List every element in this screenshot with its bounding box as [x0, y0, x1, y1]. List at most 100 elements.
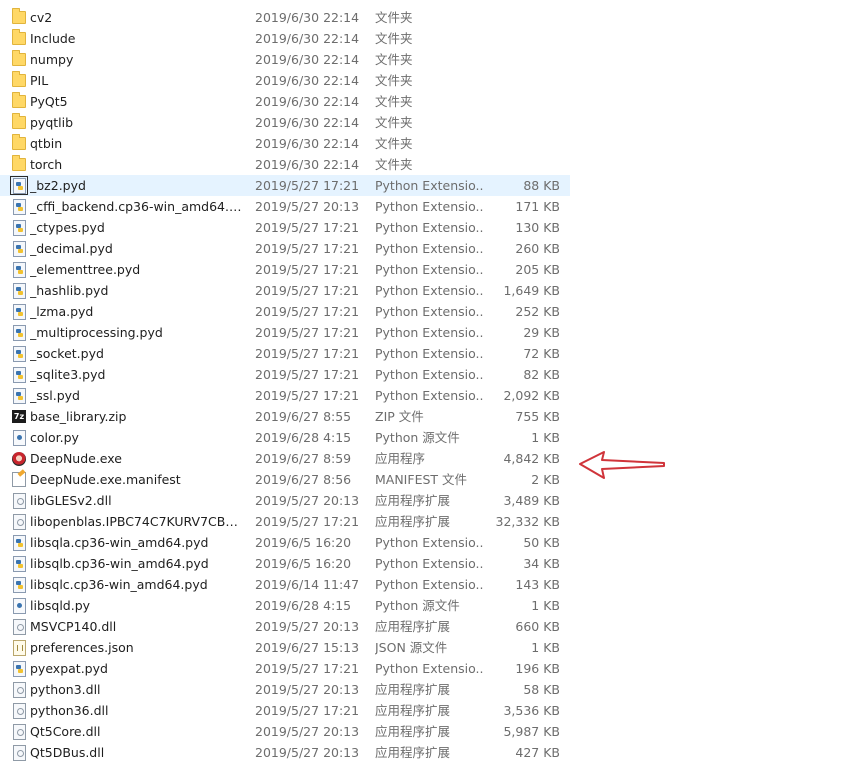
file-row[interactable]: Qt5DBus.dll 2019/5/27 20:13 应用程序扩展 427 KB [0, 742, 570, 763]
file-type: Python 源文件 [375, 430, 460, 445]
folder-icon [12, 8, 26, 25]
file-row[interactable]: _multiprocessing.pyd 2019/5/27 17:21 Pytho… [0, 322, 570, 343]
folder-icon [12, 50, 26, 67]
python-extension-icon [12, 345, 26, 362]
file-row[interactable]: pyexpat.pyd 2019/5/27 17:21 Python Extensi… [0, 658, 570, 679]
file-name: _multiprocessing.pyd [30, 325, 163, 340]
file-type: Python Extensio... [375, 283, 483, 298]
file-row[interactable]: color.py 2019/6/28 4:15 Python 源文件 1 KB [0, 427, 570, 448]
python-source-icon-glyph [12, 597, 26, 614]
file-row[interactable]: PIL 2019/6/30 22:14 文件夹 [0, 70, 570, 91]
file-row[interactable]: numpy 2019/6/30 22:14 文件夹 [0, 49, 570, 70]
file-size: 252 KB [515, 304, 560, 319]
file-row[interactable]: _bz2.pyd 2019/5/27 17:21 Python Extensio..… [0, 175, 570, 196]
file-row[interactable]: _ctypes.pyd 2019/5/27 17:21 Python Extensi… [0, 217, 570, 238]
file-size: 88 KB [523, 178, 560, 193]
file-row[interactable]: PyQt5 2019/6/30 22:14 文件夹 [0, 91, 570, 112]
file-name: cv2 [30, 10, 53, 25]
file-size: 82 KB [523, 367, 560, 382]
file-size: 50 KB [523, 535, 560, 550]
file-date-modified: 2019/6/27 8:55 [255, 409, 352, 424]
file-row[interactable]: libsqld.py 2019/6/28 4:15 Python 源文件 1 KB [0, 595, 570, 616]
file-type: 应用程序扩展 [375, 682, 451, 697]
dll-icon-glyph [12, 681, 26, 698]
file-name: qtbin [30, 136, 63, 151]
file-date-modified: 2019/6/30 22:14 [255, 136, 360, 151]
file-row[interactable]: python3.dll 2019/5/27 20:13 应用程序扩展 58 KB [0, 679, 570, 700]
file-name: PIL [30, 73, 49, 88]
file-name: _elementtree.pyd [30, 262, 141, 277]
file-name: _lzma.pyd [30, 304, 94, 319]
file-type: Python Extensio... [375, 346, 483, 361]
file-name: _decimal.pyd [30, 241, 113, 256]
file-type: Python Extensio... [375, 367, 483, 382]
file-row[interactable]: DeepNude.exe.manifest 2019/6/27 8:56 MANIF… [0, 469, 570, 490]
file-name: _hashlib.pyd [30, 283, 109, 298]
file-row[interactable]: _cffi_backend.cp36-win_amd64.pyd 2019/5/2… [0, 196, 570, 217]
file-row[interactable]: torch 2019/6/30 22:14 文件夹 [0, 154, 570, 175]
file-type: Python Extensio... [375, 325, 483, 340]
file-row[interactable]: _elementtree.pyd 2019/5/27 17:21 Python Ex… [0, 259, 570, 280]
file-type: 应用程序扩展 [375, 619, 451, 634]
python-extension-icon-glyph [12, 324, 26, 341]
file-date-modified: 2019/5/27 17:21 [255, 514, 360, 529]
python-extension-icon-glyph [12, 177, 26, 194]
file-type: Python Extensio... [375, 199, 483, 214]
file-row[interactable]: python36.dll 2019/5/27 17:21 应用程序扩展 3,536 K… [0, 700, 570, 721]
file-row[interactable]: Include 2019/6/30 22:14 文件夹 [0, 28, 570, 49]
folder-icon [12, 29, 26, 46]
file-row[interactable]: _socket.pyd 2019/5/27 17:21 Python Extensi… [0, 343, 570, 364]
file-size: 1 KB [531, 640, 560, 655]
folder-icon [12, 71, 26, 88]
file-name: python36.dll [30, 703, 109, 718]
python-extension-icon [12, 534, 26, 551]
file-type: Python Extensio... [375, 220, 483, 235]
file-name: _socket.pyd [30, 346, 104, 361]
python-extension-icon [12, 387, 26, 404]
python-extension-icon-glyph [12, 198, 26, 215]
file-name: pyqtlib [30, 115, 74, 130]
file-row[interactable]: MSVCP140.dll 2019/5/27 20:13 应用程序扩展 660 KB [0, 616, 570, 637]
file-row[interactable]: cv2 2019/6/30 22:14 文件夹 [0, 7, 570, 28]
dll-icon-glyph [12, 702, 26, 719]
file-type: 应用程序扩展 [375, 703, 451, 718]
file-type: Python Extensio... [375, 661, 483, 676]
manifest-icon-glyph [12, 472, 26, 487]
python-extension-icon [12, 324, 26, 341]
file-size: 143 KB [515, 577, 560, 592]
file-date-modified: 2019/5/27 20:13 [255, 745, 360, 760]
file-row[interactable]: libopenblas.IPBC74C7KURV7CB2P... 2019/5/2… [0, 511, 570, 532]
file-row[interactable]: libsqlb.cp36-win_amd64.pyd 2019/6/5 16:20… [0, 553, 570, 574]
file-date-modified: 2019/5/27 17:21 [255, 661, 360, 676]
file-size: 260 KB [515, 241, 560, 256]
file-size: 2 KB [531, 472, 560, 487]
file-name: numpy [30, 52, 74, 67]
file-type: 文件夹 [375, 157, 413, 172]
file-row[interactable]: DeepNude.exe 2019/6/27 8:59 应用程序 4,842 KB [0, 448, 570, 469]
file-row[interactable]: pyqtlib 2019/6/30 22:14 文件夹 [0, 112, 570, 133]
file-type: 应用程序 [375, 451, 426, 466]
file-row[interactable]: libsqla.cp36-win_amd64.pyd 2019/6/5 16:20… [0, 532, 570, 553]
file-date-modified: 2019/5/27 17:21 [255, 241, 360, 256]
file-row[interactable]: _ssl.pyd 2019/5/27 17:21 Python Extensio..… [0, 385, 570, 406]
file-row[interactable]: libGLESv2.dll 2019/5/27 20:13 应用程序扩展 3,489 … [0, 490, 570, 511]
file-date-modified: 2019/5/27 17:21 [255, 178, 360, 193]
dll-icon [12, 513, 26, 530]
file-name: libsqlc.cp36-win_amd64.pyd [30, 577, 208, 592]
python-extension-icon [12, 366, 26, 383]
file-row[interactable]: _decimal.pyd 2019/5/27 17:21 Python Extens… [0, 238, 570, 259]
file-name: Qt5Core.dll [30, 724, 101, 739]
file-row[interactable]: _hashlib.pyd 2019/5/27 17:21 Python Extens… [0, 280, 570, 301]
file-date-modified: 2019/6/30 22:14 [255, 94, 360, 109]
file-date-modified: 2019/5/27 17:21 [255, 262, 360, 277]
file-row[interactable]: Qt5Core.dll 2019/5/27 20:13 应用程序扩展 5,987 KB [0, 721, 570, 742]
file-row[interactable]: 7z base_library.zip 2019/6/27 8:55 ZIP 文件 75… [0, 406, 570, 427]
file-row[interactable]: preferences.json 2019/6/27 15:13 JSON 源文件 1… [0, 637, 570, 658]
file-row[interactable]: _lzma.pyd 2019/5/27 17:21 Python Extensio.… [0, 301, 570, 322]
python-source-icon [12, 597, 26, 614]
file-row[interactable]: _sqlite3.pyd 2019/5/27 17:21 Python Extens… [0, 364, 570, 385]
file-type: 应用程序扩展 [375, 724, 451, 739]
file-row[interactable]: qtbin 2019/6/30 22:14 文件夹 [0, 133, 570, 154]
python-extension-icon-glyph [12, 660, 26, 677]
file-row[interactable]: libsqlc.cp36-win_amd64.pyd 2019/6/14 11:4… [0, 574, 570, 595]
